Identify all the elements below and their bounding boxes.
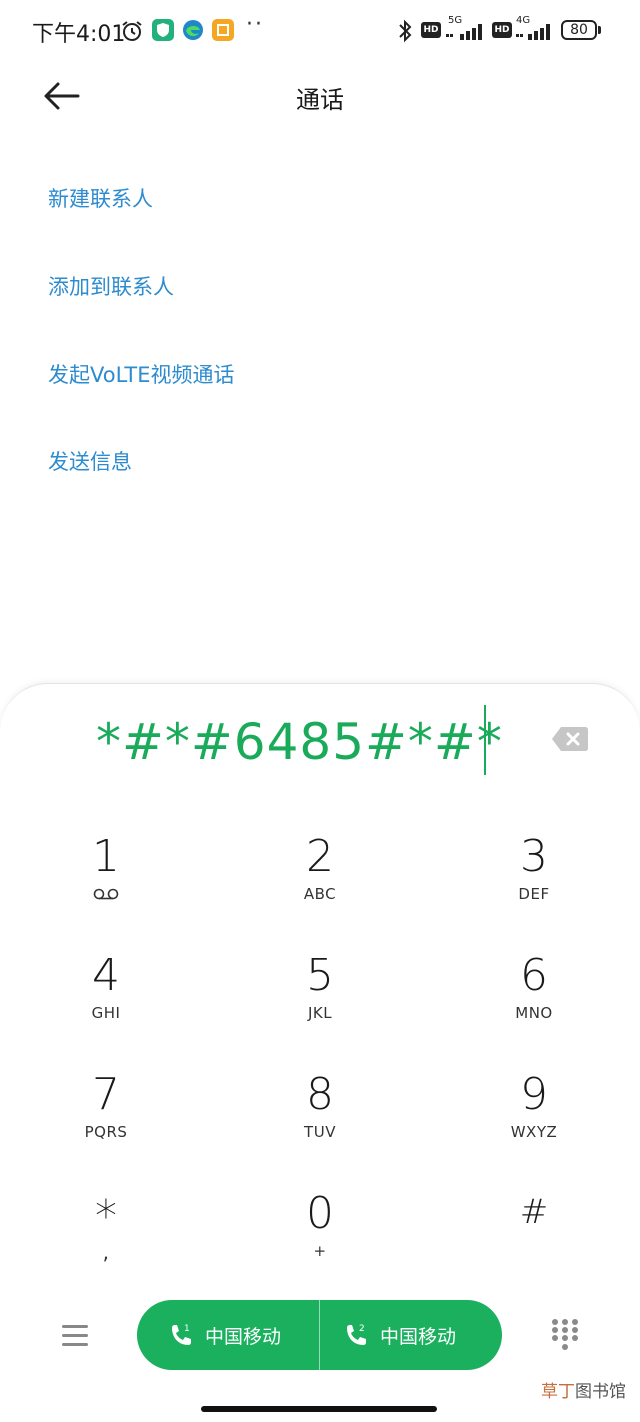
key-letters: DEF: [518, 885, 550, 903]
key-digit: *: [95, 1191, 117, 1242]
key-hash[interactable]: #: [454, 1185, 614, 1285]
dialer-screen: 下午4:01 ·· HD 5G HD 4G 80 通话 新建联系人 添加到联系人…: [0, 0, 640, 1422]
key-4[interactable]: 4 GHI: [26, 949, 186, 1049]
key-letters: +: [313, 1242, 327, 1260]
key-letters: PQRS: [84, 1123, 128, 1141]
notes-app-icon: [212, 19, 234, 41]
key-9[interactable]: 9 WXYZ: [454, 1068, 614, 1168]
key-digit: 8: [306, 1069, 334, 1120]
key-7[interactable]: 7 PQRS: [26, 1068, 186, 1168]
call-button-group: 1 中国移动 2 中国移动: [137, 1300, 502, 1370]
key-digit: 3: [520, 831, 548, 882]
key-letters: JKL: [307, 1004, 333, 1022]
send-message-action[interactable]: 发送信息: [48, 446, 132, 476]
keypad-toggle-button[interactable]: [550, 1318, 580, 1352]
status-time: 下午4:01: [32, 22, 126, 47]
key-digit: 2: [306, 831, 334, 882]
call-sim2-button[interactable]: 2 中国移动: [320, 1300, 502, 1370]
key-8[interactable]: 8 TUV: [240, 1068, 400, 1168]
edge-browser-icon: [182, 19, 204, 41]
battery-indicator: 80: [561, 20, 597, 40]
backspace-button[interactable]: [551, 726, 589, 752]
bluetooth-icon: [399, 19, 412, 43]
call-sim1-button[interactable]: 1 中国移动: [137, 1300, 319, 1370]
menu-button[interactable]: [60, 1322, 92, 1350]
key-5[interactable]: 5 JKL: [240, 949, 400, 1049]
new-contact-action[interactable]: 新建联系人: [48, 183, 153, 213]
key-digit: 0: [306, 1188, 334, 1239]
key-digit: 9: [520, 1069, 548, 1120]
alarm-icon: [122, 21, 142, 41]
watermark-part2: 图书馆: [575, 1382, 626, 1402]
volte-video-call-action[interactable]: 发起VoLTE视频通话: [48, 359, 235, 389]
key-3[interactable]: 3 DEF: [454, 830, 614, 930]
home-indicator[interactable]: [201, 1406, 437, 1412]
status-bar: 下午4:01 ·· HD 5G HD 4G 80: [0, 0, 640, 62]
hd-badge-2: HD: [492, 22, 512, 38]
dialpad-icon: [552, 1319, 578, 1350]
battery-tip: [598, 26, 601, 34]
svg-text:2: 2: [359, 1324, 365, 1334]
key-0[interactable]: 0 +: [240, 1187, 400, 1287]
phone-sim1-icon: 1: [172, 1324, 191, 1345]
add-to-contact-action[interactable]: 添加到联系人: [48, 271, 174, 301]
svg-text:1: 1: [184, 1324, 190, 1334]
key-letters: MNO: [515, 1004, 553, 1022]
key-digit: 4: [92, 950, 120, 1001]
key-2[interactable]: 2 ABC: [240, 830, 400, 930]
key-digit: #: [519, 1192, 549, 1232]
key-letters: GHI: [91, 1004, 121, 1022]
sim2-carrier-label: 中国移动: [380, 1326, 457, 1348]
shield-app-icon: [152, 19, 174, 41]
more-dots-icon: ··: [246, 12, 264, 37]
dialed-number-display[interactable]: *#*#6485#*#*: [96, 712, 502, 772]
page-title: 通话: [296, 86, 344, 114]
watermark-part1: 草丁: [541, 1382, 575, 1402]
watermark: 草丁图书馆: [541, 1377, 626, 1402]
key-letters: ,: [102, 1240, 110, 1264]
key-letters: ABC: [303, 885, 337, 903]
signal-1-icon: [446, 24, 482, 40]
text-cursor: [484, 705, 486, 775]
key-star[interactable]: * ,: [26, 1190, 186, 1290]
key-digit: 1: [92, 831, 120, 882]
key-digit: 7: [92, 1069, 120, 1120]
signal-2-icon: [516, 24, 550, 40]
sim1-carrier-label: 中国移动: [205, 1326, 282, 1348]
key-digit: 5: [306, 950, 334, 1001]
menu-icon: [62, 1325, 88, 1346]
hd-badge-1: HD: [421, 22, 441, 38]
key-letters: WXYZ: [510, 1123, 558, 1141]
phone-sim2-icon: 2: [347, 1324, 366, 1345]
key-1[interactable]: 1: [26, 830, 186, 930]
key-letters: TUV: [304, 1123, 336, 1141]
backspace-icon: [552, 727, 588, 751]
key-digit: 6: [520, 950, 548, 1001]
key-6[interactable]: 6 MNO: [454, 949, 614, 1049]
voicemail-icon: [93, 888, 119, 900]
